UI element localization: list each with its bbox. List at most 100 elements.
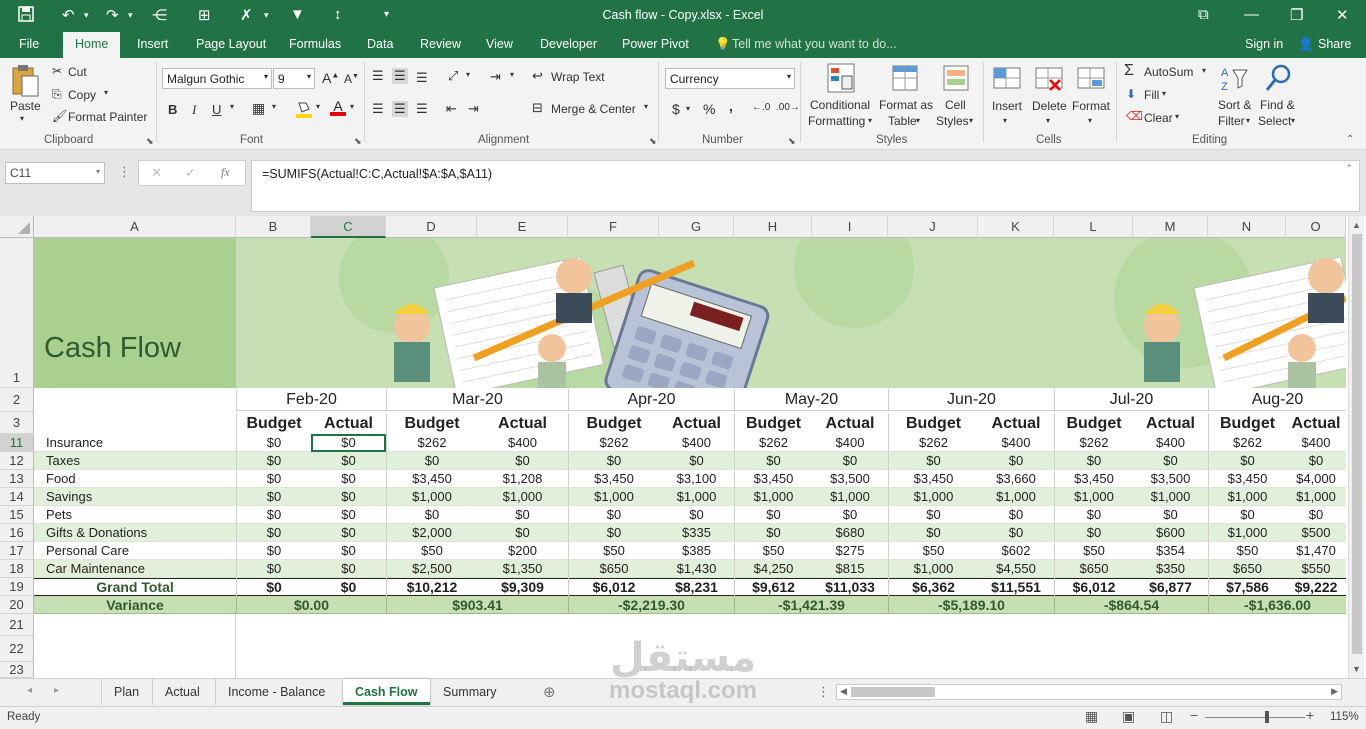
sort-filter-icon[interactable]: AZ xyxy=(1219,62,1251,94)
value-cell[interactable]: $0 xyxy=(888,524,978,542)
row-header-14[interactable]: 14 xyxy=(0,488,34,506)
redo-icon[interactable]: ↷ xyxy=(106,6,119,24)
conditional-formatting-button[interactable]: Conditional xyxy=(810,98,870,112)
variance-cell[interactable]: -$1,636.00 xyxy=(1208,596,1346,614)
value-cell[interactable]: $0 xyxy=(311,542,386,560)
clear-filter-dropdown-icon[interactable]: ▾ xyxy=(264,10,269,21)
value-cell[interactable]: $3,100 xyxy=(659,470,734,488)
close-icon[interactable]: ✕ xyxy=(1336,6,1349,24)
cell-styles-dropdown-icon[interactable]: ▾ xyxy=(969,116,973,125)
cut-icon[interactable]: ✂ xyxy=(52,64,62,78)
value-cell[interactable]: $0 xyxy=(236,524,311,542)
value-cell[interactable]: $4,000 xyxy=(1286,470,1346,488)
value-cell[interactable]: $0 xyxy=(311,452,386,470)
minimize-icon[interactable]: — xyxy=(1244,6,1259,23)
format-cells-dropdown-icon[interactable]: ▾ xyxy=(1088,116,1092,125)
value-cell[interactable]: $1,000 xyxy=(734,488,812,506)
find-select-dropdown-icon[interactable]: ▾ xyxy=(1291,116,1295,125)
sheet-tab-actual[interactable]: Actual xyxy=(152,679,212,705)
format-as-table-dropdown-icon[interactable]: ▾ xyxy=(916,116,920,125)
page-layout-view-icon[interactable]: ▣ xyxy=(1122,708,1135,725)
sort-filter-dropdown-icon[interactable]: ▾ xyxy=(1246,116,1250,125)
value-cell[interactable]: $0 xyxy=(888,506,978,524)
value-cell[interactable]: $0 xyxy=(477,506,568,524)
format-painter-icon[interactable]: 🖌 xyxy=(52,109,67,123)
value-cell[interactable]: $0 xyxy=(734,506,812,524)
column-header-J[interactable]: J xyxy=(888,216,978,238)
value-cell[interactable]: $0 xyxy=(978,524,1054,542)
value-cell[interactable]: $50 xyxy=(1054,542,1133,560)
value-cell[interactable]: $1,208 xyxy=(477,470,568,488)
format-as-table-icon[interactable] xyxy=(891,62,921,94)
variance-cell[interactable]: $0.00 xyxy=(236,596,386,614)
column-header-N[interactable]: N xyxy=(1208,216,1286,238)
value-cell[interactable]: $262 xyxy=(1208,434,1286,452)
grand-total-cell[interactable]: $6,877 xyxy=(1133,578,1208,596)
row-header-3[interactable]: 3 xyxy=(0,412,34,434)
sheet-tab-income-balance[interactable]: Income - Balance xyxy=(215,679,337,705)
row-header-19[interactable]: 19 xyxy=(0,578,34,596)
value-cell[interactable]: $2,500 xyxy=(386,560,477,578)
value-cell[interactable]: $400 xyxy=(477,434,568,452)
eraser-icon[interactable]: ⌫ xyxy=(1126,109,1143,123)
value-cell[interactable]: $3,500 xyxy=(1133,470,1208,488)
sheet-tab-cash-flow[interactable]: Cash Flow xyxy=(343,679,430,705)
value-cell[interactable]: $0 xyxy=(1054,452,1133,470)
merge-center-button[interactable]: Merge & Center xyxy=(551,102,636,116)
fill-color-icon[interactable] xyxy=(296,100,312,118)
connections-icon[interactable]: ⋲ xyxy=(152,6,167,24)
tab-scroll-left-icon[interactable]: ◂ xyxy=(27,685,32,696)
italic-button[interactable]: I xyxy=(192,102,196,118)
value-cell[interactable]: $50 xyxy=(568,542,659,560)
value-cell[interactable]: $275 xyxy=(812,542,888,560)
tab-view[interactable]: View xyxy=(486,37,513,51)
value-cell[interactable]: $0 xyxy=(386,506,477,524)
variance-cell[interactable]: -$2,219.30 xyxy=(568,596,734,614)
format-cells-button[interactable]: Format xyxy=(1072,99,1110,113)
value-cell[interactable]: $0 xyxy=(236,470,311,488)
align-left-icon[interactable]: ☰ xyxy=(372,101,384,117)
value-cell[interactable]: $0 xyxy=(236,542,311,560)
cell-styles-button[interactable]: Cell xyxy=(945,98,966,112)
grand-total-cell[interactable]: $6,012 xyxy=(568,578,659,596)
formula-input[interactable]: =SUMIFS(Actual!C:C,Actual!$A:$A,$A11) ⌃ xyxy=(251,160,1360,212)
tab-scroll-right-icon[interactable]: ▸ xyxy=(54,685,59,696)
insert-cells-icon[interactable] xyxy=(992,62,1022,94)
align-middle-icon[interactable]: ☰ xyxy=(392,68,408,84)
customize-toolbar-icon[interactable]: ▾ xyxy=(384,9,389,20)
percent-style-button[interactable]: % xyxy=(703,101,715,117)
row-header-2[interactable]: 2 xyxy=(0,388,34,412)
borders-icon[interactable]: ▦ xyxy=(252,100,265,117)
column-header-C[interactable]: C xyxy=(311,216,386,238)
value-cell[interactable]: $1,000 xyxy=(888,560,978,578)
value-cell[interactable]: $0 xyxy=(734,452,812,470)
delete-cells-icon[interactable] xyxy=(1034,62,1064,94)
decrease-font-icon[interactable]: A▼ xyxy=(344,72,359,86)
format-painter-button[interactable]: Format Painter xyxy=(68,110,147,124)
underline-button[interactable]: U xyxy=(212,102,221,117)
clipboard-launcher-icon[interactable]: ⬊ xyxy=(146,136,154,147)
value-cell[interactable]: $50 xyxy=(386,542,477,560)
value-cell[interactable]: $0 xyxy=(311,488,386,506)
sort-icon[interactable]: ↕ xyxy=(334,6,342,23)
value-cell[interactable]: $600 xyxy=(1133,524,1208,542)
value-cell[interactable]: $1,470 xyxy=(1286,542,1346,560)
tab-insert[interactable]: Insert xyxy=(137,37,168,51)
value-cell[interactable]: $1,350 xyxy=(477,560,568,578)
value-cell[interactable]: $400 xyxy=(659,434,734,452)
save-icon[interactable] xyxy=(18,6,34,26)
undo-icon[interactable]: ↶ xyxy=(62,6,75,24)
row-header-17[interactable]: 17 xyxy=(0,542,34,560)
scrollbar-thumb[interactable] xyxy=(1352,234,1362,654)
value-cell[interactable]: $0 xyxy=(568,452,659,470)
ribbon-display-icon[interactable]: ⧉ xyxy=(1198,6,1209,23)
zoom-in-icon[interactable]: + xyxy=(1306,707,1314,723)
align-right-icon[interactable]: ☰ xyxy=(416,101,428,117)
value-cell[interactable]: $0 xyxy=(236,560,311,578)
column-header-L[interactable]: L xyxy=(1054,216,1133,238)
value-cell[interactable]: $0 xyxy=(1208,506,1286,524)
value-cell[interactable]: $0 xyxy=(386,452,477,470)
row-header-16[interactable]: 16 xyxy=(0,524,34,542)
value-cell[interactable]: $0 xyxy=(734,524,812,542)
cancel-icon[interactable]: ✕ xyxy=(151,165,162,181)
